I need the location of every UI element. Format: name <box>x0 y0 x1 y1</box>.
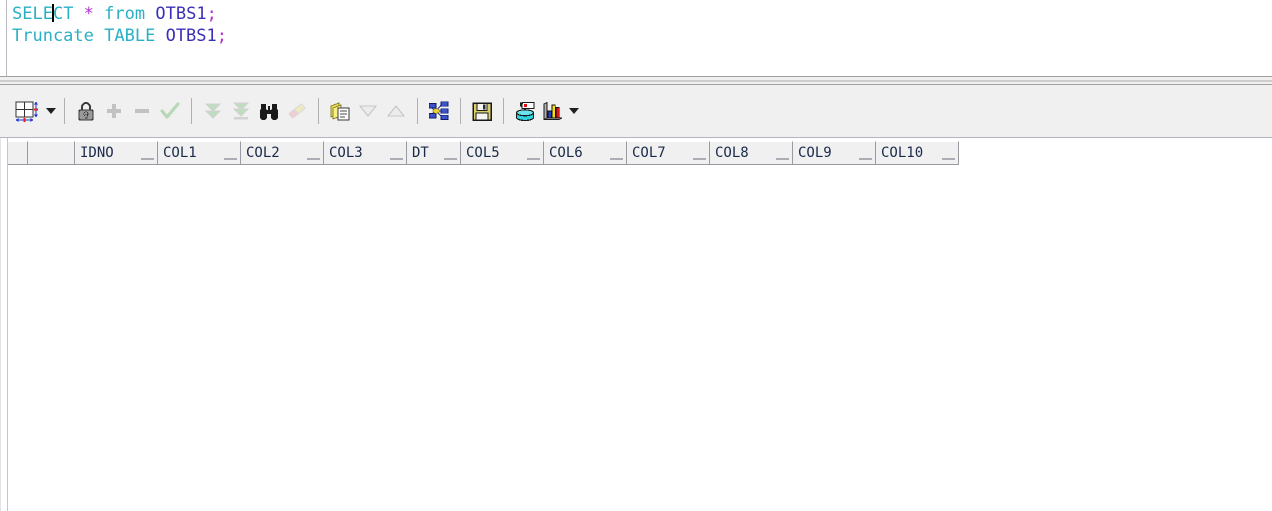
grid-column-header-label: COL9 <box>798 145 832 161</box>
sql-token-keyword: SELE <box>12 4 53 24</box>
sql-token-punct: ; <box>206 4 217 24</box>
grid-column-header[interactable]: DT <box>407 141 461 164</box>
sql-editor-pane[interactable]: SELECT * from OTBS1; Truncate TABLE OTBS1… <box>0 0 1272 76</box>
toolbar-separator <box>460 98 461 124</box>
grid-column-header-label: COL5 <box>466 145 500 161</box>
toolbar-separator <box>503 98 504 124</box>
sql-editor-text-area[interactable]: SELECT * from OTBS1; Truncate TABLE OTBS1… <box>12 3 1212 47</box>
editor-left-border <box>6 0 7 76</box>
fetch-all-icon <box>227 97 255 125</box>
sql-token-identifier: OTBS1 <box>165 26 217 46</box>
grid-column-header[interactable]: COL10 <box>876 141 959 164</box>
toolbar-separator <box>191 98 192 124</box>
checkmark-icon <box>156 97 184 125</box>
column-resize-grip[interactable] <box>610 158 623 160</box>
chart-dropdown-arrow[interactable] <box>567 97 580 125</box>
database-export-icon[interactable] <box>511 97 539 125</box>
grid-column-header-label: COL7 <box>632 145 666 161</box>
grid-column-header-label: COL3 <box>329 145 363 161</box>
grid-column-header[interactable]: IDNO <box>75 141 158 164</box>
grid-column-header[interactable]: COL2 <box>241 141 324 164</box>
pane-splitter[interactable] <box>0 76 1272 85</box>
grid-column-header-label: IDNO <box>80 145 114 161</box>
sql-token-punct: ; <box>216 26 228 46</box>
column-resize-grip[interactable] <box>141 158 154 160</box>
toolbar-separator <box>417 98 418 124</box>
column-resize-grip[interactable] <box>942 158 955 160</box>
grid-column-header[interactable]: COL1 <box>158 141 241 164</box>
fetch-next-icon <box>199 97 227 125</box>
toolbar-separator <box>318 98 319 124</box>
grid-outer-border <box>0 138 1 511</box>
grid-left-border <box>7 138 8 511</box>
column-resize-grip[interactable] <box>693 158 706 160</box>
copy-to-clipboard-icon[interactable] <box>326 97 354 125</box>
grid-column-header-label: COL6 <box>549 145 583 161</box>
sort-descending-icon <box>354 97 382 125</box>
grid-column-header[interactable]: COL3 <box>324 141 407 164</box>
sql-token-keyword: Truncate <box>12 26 94 46</box>
sql-token-plain <box>145 4 155 24</box>
row-indicator-column[interactable] <box>8 141 28 164</box>
column-resize-grip[interactable] <box>444 158 457 160</box>
sql-token-plain <box>94 4 104 24</box>
column-resize-grip[interactable] <box>307 158 320 160</box>
grid-column-header[interactable]: COL6 <box>544 141 627 164</box>
column-resize-grip[interactable] <box>390 158 403 160</box>
sql-token-keyword: TABLE <box>104 26 156 46</box>
grid-column-header-label: COL1 <box>163 145 197 161</box>
sql-code-line: Truncate TABLE OTBS1; <box>12 25 1212 47</box>
bar-chart-icon[interactable] <box>539 97 567 125</box>
sql-token-plain <box>94 26 104 46</box>
minus-icon <box>128 97 156 125</box>
column-resize-grip[interactable] <box>527 158 540 160</box>
grid-column-header-label: DT <box>412 145 429 161</box>
lock-icon[interactable] <box>72 97 100 125</box>
column-resize-grip[interactable] <box>776 158 789 160</box>
master-detail-icon[interactable] <box>425 97 453 125</box>
sql-token-identifier: OTBS1 <box>155 4 207 24</box>
sql-token-star: * <box>83 4 94 24</box>
sql-code-line: SELECT * from OTBS1; <box>12 3 1212 25</box>
grid-column-header[interactable]: COL5 <box>461 141 544 164</box>
sort-ascending-icon <box>382 97 410 125</box>
sql-token-keyword: CT <box>52 4 84 24</box>
data-grid[interactable]: IDNO COL1 COL2 COL3 DT COL5 COL6 COL7 COL8 COL9 CO… <box>0 138 1272 511</box>
plus-icon <box>100 97 128 125</box>
save-floppy-icon[interactable] <box>468 97 496 125</box>
grid-column-header-label: COL8 <box>715 145 749 161</box>
grid-column-header[interactable]: COL9 <box>793 141 876 164</box>
grid-layout-icon[interactable] <box>10 97 44 125</box>
sql-token-keyword: from <box>104 4 146 24</box>
sql-token-plain <box>155 26 165 46</box>
row-select-column[interactable] <box>28 141 75 164</box>
grid-column-header-label: COL10 <box>881 145 924 161</box>
eraser-icon <box>283 97 311 125</box>
grid-column-header[interactable]: COL8 <box>710 141 793 164</box>
grid-header-row: IDNO COL1 COL2 COL3 DT COL5 COL6 COL7 COL8 COL9 CO… <box>8 141 959 165</box>
data-grid-toolbar <box>0 85 1272 138</box>
splitter-grip <box>0 80 1272 82</box>
toolbar-separator <box>64 98 65 124</box>
grid-column-header-label: COL2 <box>246 145 280 161</box>
layout-dropdown-arrow[interactable] <box>44 97 57 125</box>
column-resize-grip[interactable] <box>224 158 237 160</box>
grid-column-header[interactable]: COL7 <box>627 141 710 164</box>
column-resize-grip[interactable] <box>859 158 872 160</box>
binoculars-icon[interactable] <box>255 97 283 125</box>
